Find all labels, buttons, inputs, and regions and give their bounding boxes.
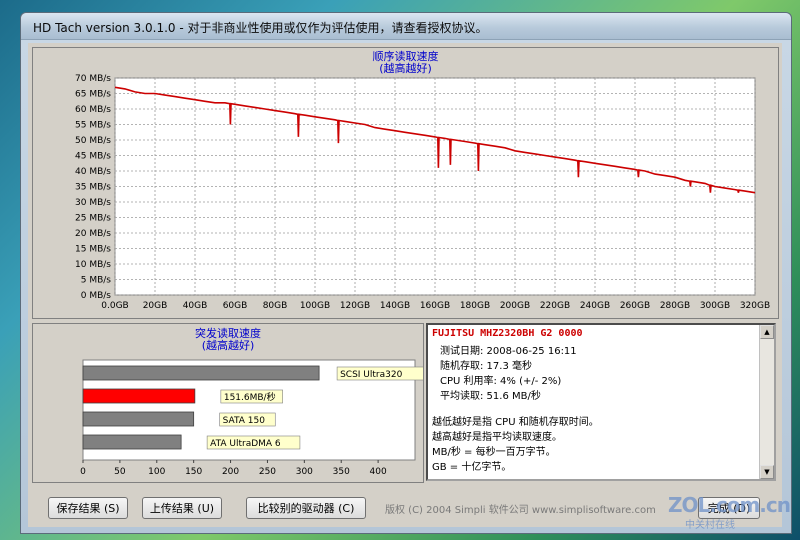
y-tick-label: 45 MB/s	[75, 152, 111, 162]
burst-bar	[82, 434, 182, 450]
info-note: MB/秒 = 每秒一百万字节。	[432, 447, 556, 458]
info-row: 平均读取: 51.6 MB/秒	[440, 391, 541, 402]
burst-x-tick-label: 0	[80, 467, 86, 477]
info-row: 随机存取: 17.3 毫秒	[440, 361, 532, 372]
client-area: 顺序读取速度 (越高越好) 0 MB/s 5 MB/s 10 MB/s 15 MB/s…	[28, 43, 791, 531]
x-tick-label: 220GB	[540, 301, 570, 311]
burst-bar-label: 151.6MB/秒	[224, 391, 276, 403]
info-row: CPU 利用率: 4% (+/- 2%)	[440, 376, 562, 387]
y-tick-label: 10 MB/s	[75, 260, 111, 270]
window-title: HD Tach version 3.0.1.0 - 对于非商业性使用或仅作为评估…	[33, 21, 488, 35]
y-tick-label: 25 MB/s	[75, 214, 111, 224]
x-tick-label: 300GB	[700, 301, 730, 311]
y-tick-label: 30 MB/s	[75, 198, 111, 208]
burst-bar-label: SCSI Ultra320	[340, 370, 403, 380]
x-tick-label: 200GB	[500, 301, 530, 311]
x-tick-label: 20GB	[143, 301, 168, 311]
watermark-cn: 中关村在线	[685, 520, 735, 531]
burst-x-tick-label: 250	[259, 467, 276, 477]
x-tick-label: 320GB	[740, 301, 770, 311]
save-results-button[interactable]: 保存结果 (S)	[48, 497, 128, 519]
scroll-down-icon[interactable]: ▼	[760, 465, 774, 479]
x-tick-label: 280GB	[660, 301, 690, 311]
results-panel[interactable]: FUJITSU MHZ2320BH G2 0000 测试日期: 2008-06-…	[426, 323, 776, 481]
watermark-logo: ZOL.com.cn	[668, 493, 791, 517]
y-tick-label: 50 MB/s	[75, 136, 111, 146]
burst-bar	[82, 388, 196, 404]
info-note: GB = 十亿字节。	[432, 462, 512, 473]
scroll-up-icon[interactable]: ▲	[760, 325, 774, 339]
info-note: 越低越好是指 CPU 和随机存取时间。	[432, 417, 599, 428]
burst-bar-label: SATA 150	[223, 416, 266, 426]
y-tick-label: 65 MB/s	[75, 90, 111, 100]
burst-x-tick-label: 350	[333, 467, 350, 477]
y-tick-label: 15 MB/s	[75, 245, 111, 255]
x-tick-label: 160GB	[420, 301, 450, 311]
y-tick-label: 55 MB/s	[75, 121, 111, 131]
burst-read-chart: 突发读取速度 (越高越好) 0 50 100 150 200 250 300 350 400 SC…	[32, 323, 424, 483]
burst-x-tick-label: 100	[148, 467, 165, 477]
x-tick-label: 60GB	[223, 301, 248, 311]
sequential-chart-plot: 0 MB/s 5 MB/s 10 MB/s 15 MB/s 20 MB/s 25 MB/s…	[75, 74, 770, 311]
y-tick-label: 35 MB/s	[75, 183, 111, 193]
copyright-text: 版权 (C) 2004 Simpli 软件公司 www.simplisoftwa…	[385, 505, 656, 516]
y-tick-label: 70 MB/s	[75, 74, 111, 84]
x-tick-label: 260GB	[620, 301, 650, 311]
watermark-brand: ZOL.com.cn	[668, 493, 791, 517]
burst-bar-label: ATA UltraDMA 6	[210, 439, 281, 449]
x-tick-label: 40GB	[183, 301, 208, 311]
x-tick-label: 0.0GB	[101, 301, 128, 311]
y-tick-label: 0 MB/s	[81, 291, 112, 301]
drive-model: FUJITSU MHZ2320BH G2 0000	[432, 328, 583, 339]
app-window: HD Tach version 3.0.1.0 - 对于非商业性使用或仅作为评估…	[20, 12, 792, 534]
burst-chart-plot: 0 50 100 150 200 250 300 350 400 SCSI Ultra320 151…	[80, 359, 423, 477]
compare-drive-button[interactable]: 比较别的驱动器 (C)	[246, 497, 366, 519]
info-row: 测试日期: 2008-06-25 16:11	[440, 346, 577, 357]
burst-x-tick-label: 50	[114, 467, 126, 477]
x-tick-label: 80GB	[263, 301, 288, 311]
burst-bar	[82, 411, 195, 427]
burst-bar	[82, 365, 320, 381]
burst-x-tick-label: 400	[370, 467, 387, 477]
title-bar[interactable]: HD Tach version 3.0.1.0 - 对于非商业性使用或仅作为评估…	[21, 13, 791, 40]
burst-x-tick-label: 200	[222, 467, 239, 477]
x-tick-label: 180GB	[460, 301, 490, 311]
y-tick-label: 20 MB/s	[75, 229, 111, 239]
burst-x-tick-label: 150	[185, 467, 202, 477]
y-tick-label: 5 MB/s	[81, 276, 112, 286]
upload-results-button[interactable]: 上传结果 (U)	[142, 497, 222, 519]
x-tick-label: 240GB	[580, 301, 610, 311]
info-note: 越高越好是指平均读取速度。	[432, 432, 562, 443]
y-tick-label: 40 MB/s	[75, 167, 111, 177]
y-tick-label: 60 MB/s	[75, 105, 111, 115]
results-scrollbar[interactable]: ▲ ▼	[759, 325, 774, 479]
x-tick-label: 100GB	[300, 301, 330, 311]
burst-x-tick-label: 300	[296, 467, 313, 477]
x-tick-label: 120GB	[340, 301, 370, 311]
x-tick-label: 140GB	[380, 301, 410, 311]
sequential-read-chart: 顺序读取速度 (越高越好) 0 MB/s 5 MB/s 10 MB/s 15 MB/s…	[32, 47, 779, 319]
